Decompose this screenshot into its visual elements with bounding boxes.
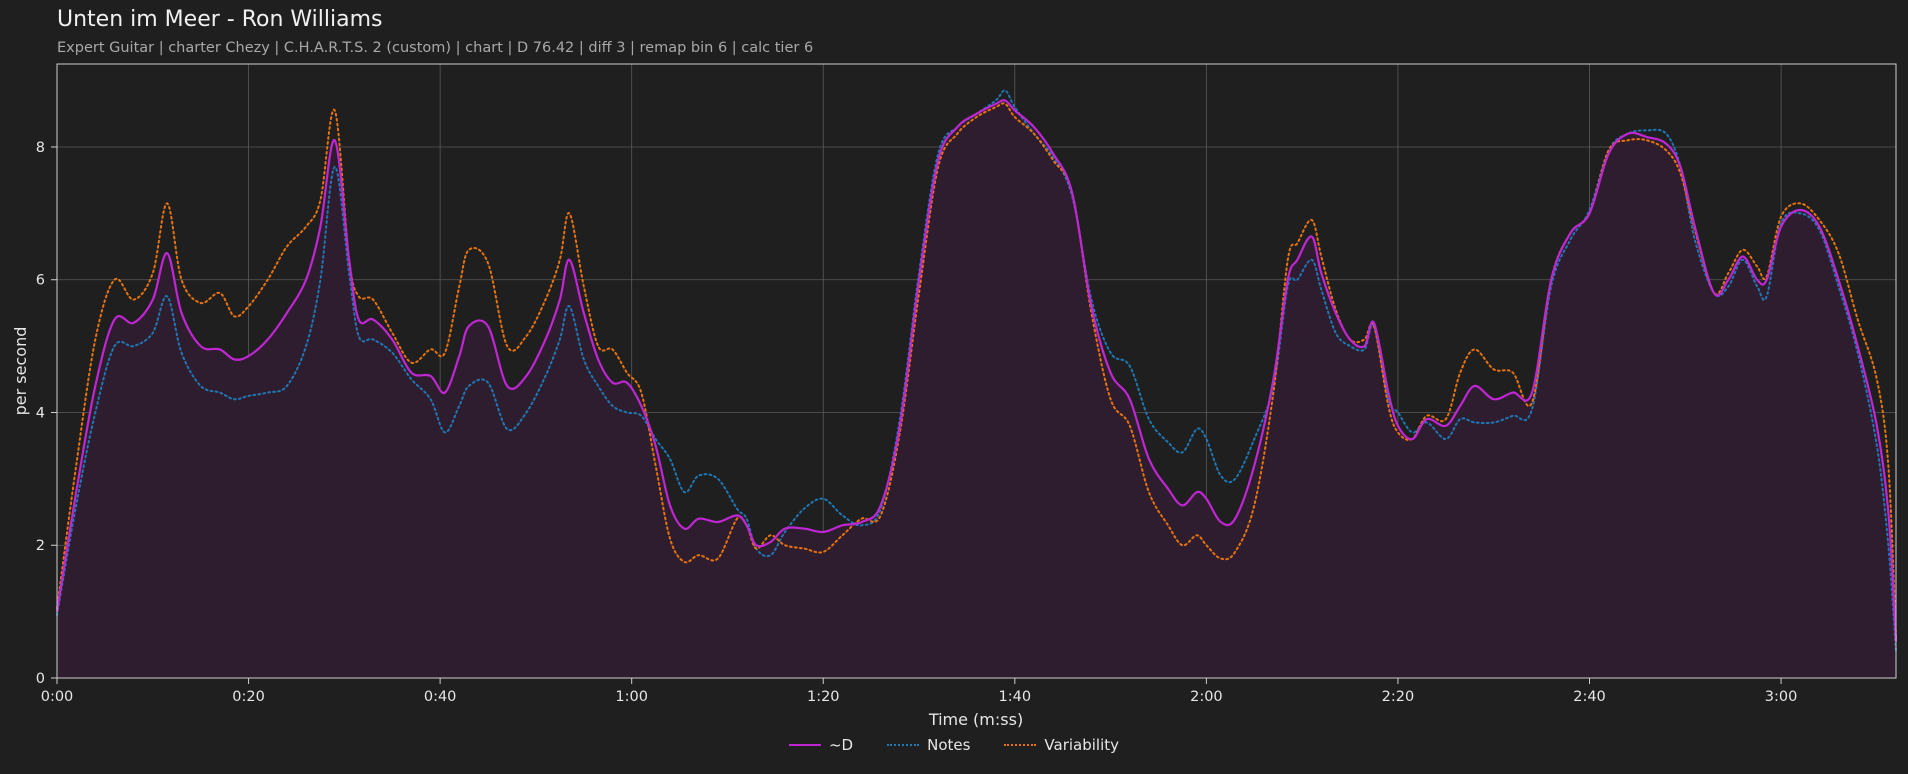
legend-label-variability: Variability xyxy=(1044,736,1120,754)
x-tick-label: 0:00 xyxy=(41,689,74,705)
y-axis-label: per second xyxy=(11,327,30,416)
x-tick-label: 1:00 xyxy=(615,689,648,705)
x-axis-label: Time (m:ss) xyxy=(928,710,1023,729)
x-tick-label: 0:40 xyxy=(424,689,457,705)
y-tick-label: 8 xyxy=(36,140,45,156)
legend-label-notes: Notes xyxy=(927,736,971,754)
y-tick-label: 0 xyxy=(36,671,45,687)
y-tick-label: 4 xyxy=(36,405,45,421)
x-tick-label: 2:20 xyxy=(1382,689,1415,705)
x-tick-label: 2:40 xyxy=(1573,689,1606,705)
x-tick-label: 0:20 xyxy=(232,689,265,705)
legend-label-d: ~D xyxy=(828,736,854,754)
legend-swatch-notes xyxy=(887,744,920,746)
legend-item-d: ~D xyxy=(788,736,854,754)
series-fill-d xyxy=(57,100,1896,678)
legend-item-variability: Variability xyxy=(1004,736,1119,754)
x-tick-label: 1:40 xyxy=(999,689,1032,705)
area-fill xyxy=(57,100,1896,678)
line-chart: 0:00 0:20 0:40 1:00 1:20 1:40 2:00 2:20 2:40 3:00… xyxy=(11,63,1898,729)
y-tick-label: 6 xyxy=(36,273,45,289)
x-tick-label: 3:00 xyxy=(1765,689,1798,705)
x-tick-label: 1:20 xyxy=(807,689,840,705)
legend-swatch-d xyxy=(788,744,821,746)
y-tick-label: 2 xyxy=(36,538,45,554)
x-tick-label: 2:00 xyxy=(1190,689,1223,705)
legend-swatch-variability xyxy=(1004,744,1037,746)
legend-item-notes: Notes xyxy=(887,736,970,754)
legend: ~D Notes Variability xyxy=(0,736,1908,754)
